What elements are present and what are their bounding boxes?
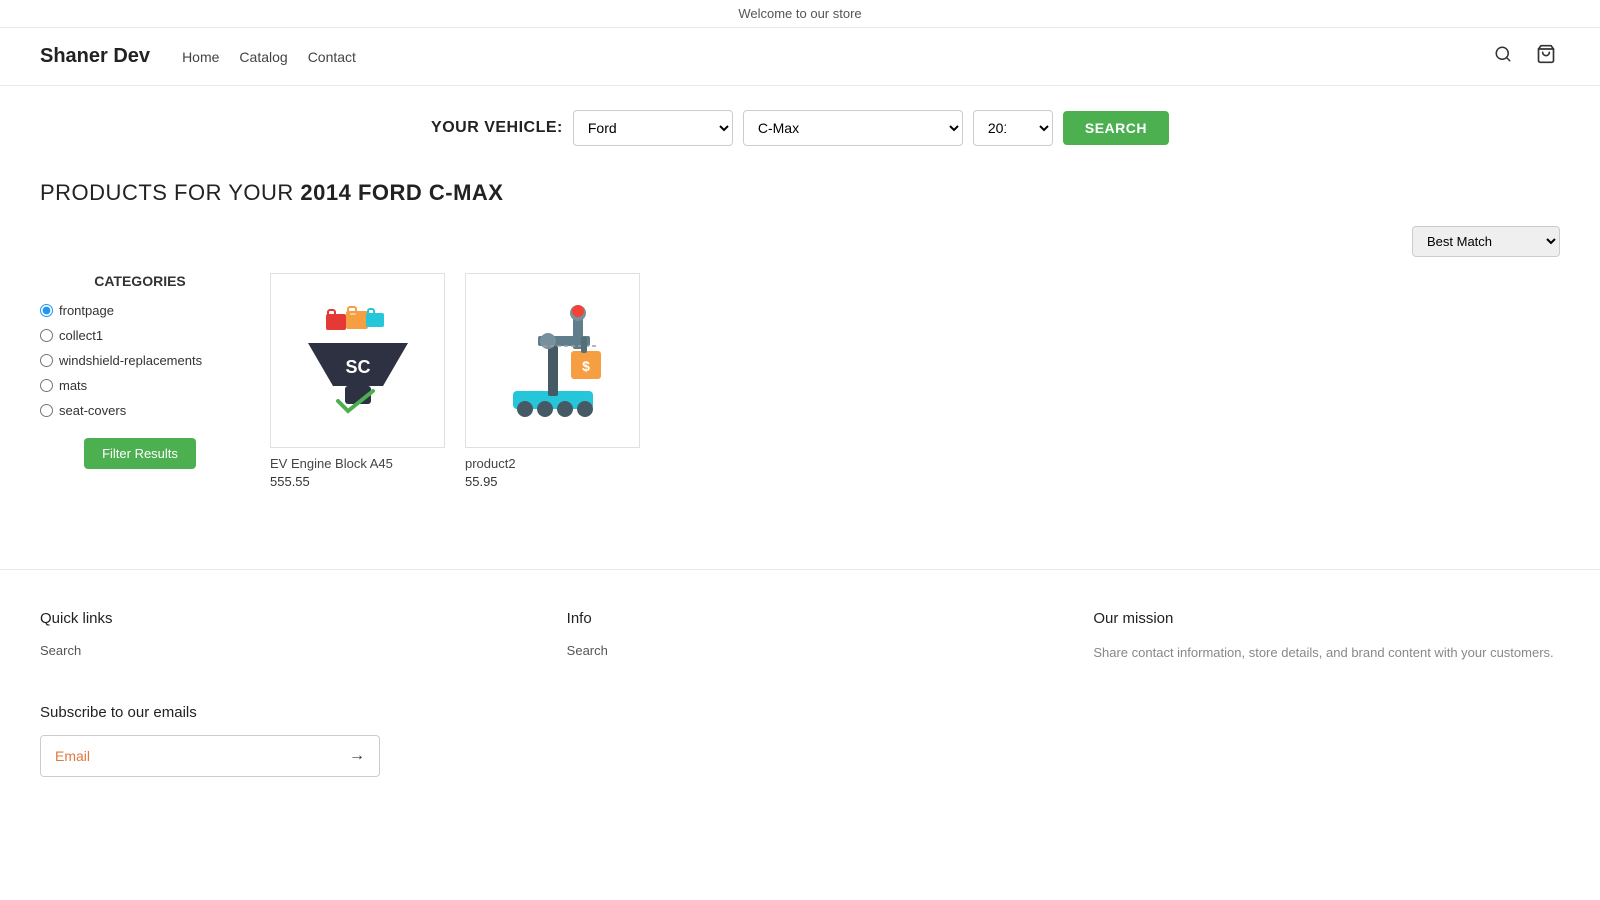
product-card-2[interactable]: $ product2 55.95 [465,273,640,489]
subscribe-email-input[interactable] [41,736,335,776]
heading-highlighted: 2014 FORD C-MAX [300,180,503,205]
category-frontpage[interactable]: frontpage [40,303,240,318]
footer-info: Info Search [567,610,1034,664]
category-mats[interactable]: mats [40,378,240,393]
sidebar: CATEGORIES frontpage collect1 windshield… [40,273,240,489]
svg-text:SC: SC [345,357,370,377]
cart-icon-button[interactable] [1532,40,1560,73]
products-grid: SC EV Engine Block A45 555.55 [270,273,1560,489]
mission-title: Our mission [1093,610,1560,627]
vehicle-label: YOUR VEHICLE: [431,119,563,137]
category-seat-covers[interactable]: seat-covers [40,403,240,418]
product-name-1: EV Engine Block A45 [270,456,445,471]
header-icons [1490,40,1560,73]
product-card-1[interactable]: SC EV Engine Block A45 555.55 [270,273,445,489]
category-radio-windshield[interactable] [40,354,53,367]
svg-text:$: $ [582,358,590,374]
store-name-link[interactable]: Shaner Dev [40,45,150,68]
main-nav: Home Catalog Contact [182,49,356,65]
sort-select[interactable]: Best Match Price: Low to High Price: Hig… [1412,226,1560,257]
make-select[interactable]: Ford Chevrolet Toyota Honda [573,110,733,146]
footer-mission: Our mission Share contact information, s… [1093,610,1560,664]
cart-icon [1536,44,1556,64]
category-label-mats: mats [59,378,87,393]
product2-image-svg: $ [483,291,623,431]
heading-prefix: PRODUCTS FOR YOUR [40,180,300,205]
products-heading: PRODUCTS FOR YOUR 2014 FORD C-MAX [40,180,1560,206]
category-label-collect1: collect1 [59,328,103,343]
category-radio-seat-covers[interactable] [40,404,53,417]
filter-results-button[interactable]: Filter Results [84,438,196,469]
category-windshield[interactable]: windshield-replacements [40,353,240,368]
category-label-seat-covers: seat-covers [59,403,126,418]
quick-links-title: Quick links [40,610,507,627]
quick-links-search[interactable]: Search [40,643,507,658]
main-content: PRODUCTS FOR YOUR 2014 FORD C-MAX Best M… [0,170,1600,529]
product1-image-svg: SC [288,291,428,431]
header-left: Shaner Dev Home Catalog Contact [40,45,356,68]
model-select[interactable]: C-Max Mustang F-150 Explorer [743,110,963,146]
announcement-text: Welcome to our store [738,6,861,21]
category-label-frontpage: frontpage [59,303,114,318]
vehicle-selector: YOUR VEHICLE: Ford Chevrolet Toyota Hond… [0,86,1600,170]
category-collect1[interactable]: collect1 [40,328,240,343]
product-price-1: 555.55 [270,474,445,489]
product-image-2: $ [465,273,640,448]
subscribe-section: Subscribe to our emails → [40,704,1560,777]
product-image-1: SC [270,273,445,448]
nav-contact[interactable]: Contact [308,49,356,65]
mission-text: Share contact information, store details… [1093,643,1560,664]
site-footer: Quick links Search Info Search Our missi… [0,569,1600,797]
subscribe-submit-button[interactable]: → [335,737,379,775]
category-radio-mats[interactable] [40,379,53,392]
subscribe-title: Subscribe to our emails [40,704,1560,721]
info-search[interactable]: Search [567,643,1034,658]
category-label-windshield: windshield-replacements [59,353,202,368]
search-icon-button[interactable] [1490,41,1516,72]
categories-title: CATEGORIES [40,273,240,289]
announcement-bar: Welcome to our store [0,0,1600,28]
nav-catalog[interactable]: Catalog [239,49,287,65]
footer-quick-links: Quick links Search [40,610,507,664]
content-area: CATEGORIES frontpage collect1 windshield… [40,273,1560,489]
subscribe-form: → [40,735,380,777]
category-radio-collect1[interactable] [40,329,53,342]
info-title: Info [567,610,1034,627]
category-radio-frontpage[interactable] [40,304,53,317]
footer-columns: Quick links Search Info Search Our missi… [40,610,1560,664]
sort-bar: Best Match Price: Low to High Price: Hig… [40,226,1560,257]
product-name-2: product2 [465,456,640,471]
nav-links: Home Catalog Contact [182,49,356,65]
vehicle-search-button[interactable]: SEARCH [1063,111,1169,145]
search-icon [1494,45,1512,63]
year-select[interactable]: 2014 2015 2016 2013 [973,110,1053,146]
site-header: Shaner Dev Home Catalog Contact [0,28,1600,86]
product-price-2: 55.95 [465,474,640,489]
nav-home[interactable]: Home [182,49,219,65]
